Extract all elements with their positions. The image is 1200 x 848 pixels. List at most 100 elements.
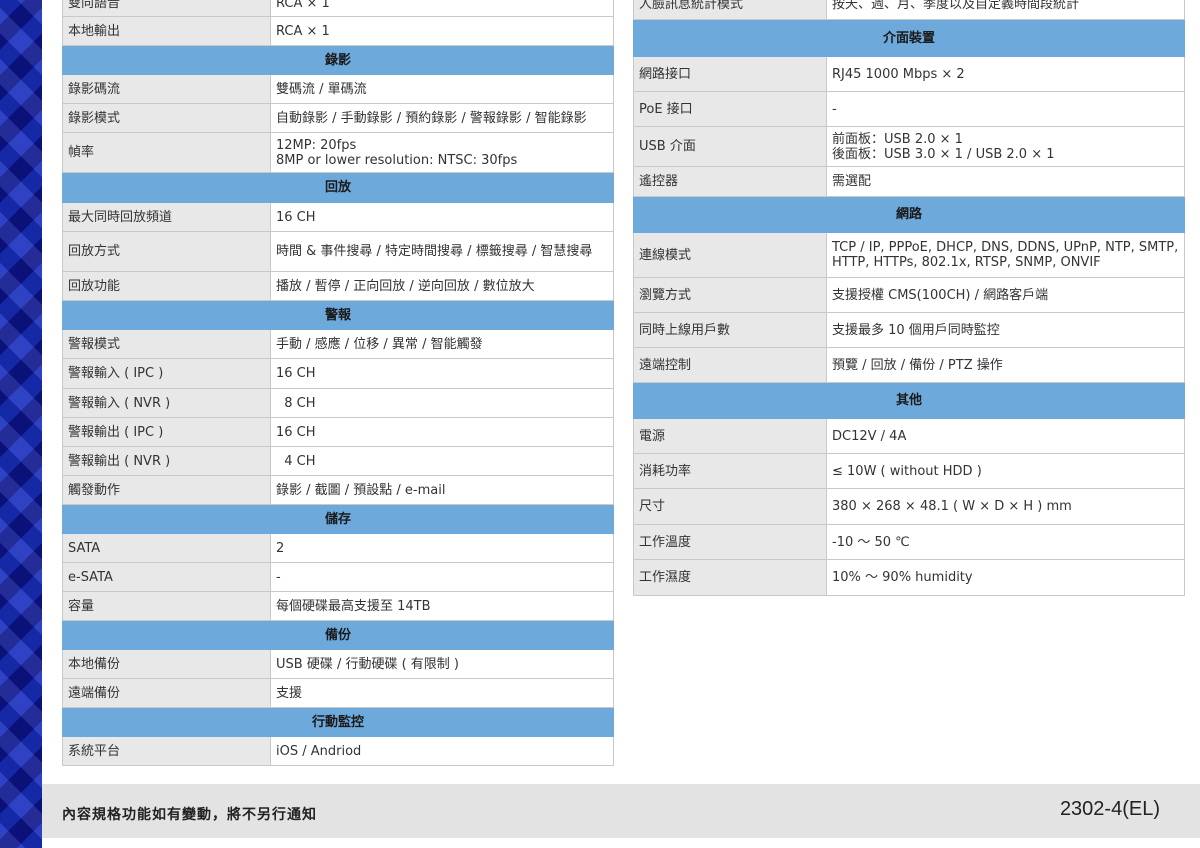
section-header: 其他 — [633, 382, 1185, 419]
spec-label: 警報輸入 ( NVR ) — [62, 388, 271, 418]
spec-row: 同時上線用戶數 支援最多 10 個用戶同時監控 — [633, 312, 1185, 348]
spec-table-left: 雙向語音 RCA × 1 本地輸出 RCA × 1 錄影 錄影碼流 雙碼流 / 單碼流 錄影模… — [62, 0, 614, 766]
spec-value: - — [826, 91, 1185, 127]
spec-value: 雙碼流 / 單碼流 — [270, 74, 614, 104]
spec-label: 觸發動作 — [62, 475, 271, 505]
spec-row: 遠端控制 預覽 / 回放 / 備份 / PTZ 操作 — [633, 347, 1185, 383]
footer-bar: 內容規格功能如有變動，將不另行通知 2302-4(EL) — [42, 784, 1200, 838]
spec-row: 警報模式 手動 / 感應 / 位移 / 異常 / 智能觸發 — [62, 329, 614, 359]
spec-value: USB 硬碟 / 行動硬碟 ( 有限制 ) — [270, 649, 614, 679]
spec-label: 尺寸 — [633, 488, 827, 525]
spec-value: 按天、週、月、季度以及自定義時間段統計 — [826, 0, 1185, 20]
spec-row: 連線模式 TCP / IP, PPPoE, DHCP, DNS, DDNS, UP… — [633, 232, 1185, 278]
spec-value: 前面板：USB 2.0 × 1 後面板：USB 3.0 × 1 / USB 2.… — [826, 126, 1185, 167]
spec-value: 支援授權 CMS(100CH) / 網路客戶端 — [826, 277, 1185, 313]
spec-value: iOS / Andriod — [270, 736, 614, 766]
spec-label: 瀏覽方式 — [633, 277, 827, 313]
spec-value: TCP / IP, PPPoE, DHCP, DNS, DDNS, UPnP, … — [826, 232, 1185, 278]
spec-label: PoE 接口 — [633, 91, 827, 127]
spec-row: 電源 DC12V / 4A — [633, 418, 1185, 454]
section-title: 錄影 — [62, 45, 614, 75]
document-code: 2302-4(EL) — [1059, 798, 1160, 820]
spec-label: 工作濕度 — [633, 559, 827, 596]
spec-row: 回放功能 播放 / 暫停 / 正向回放 / 逆向回放 / 數位放大 — [62, 271, 614, 301]
footer-notice: 內容規格功能如有變動，將不另行通知 — [62, 807, 317, 823]
section-title: 回放 — [62, 172, 614, 203]
spec-value: 預覽 / 回放 / 備份 / PTZ 操作 — [826, 347, 1185, 383]
spec-label: 容量 — [62, 591, 271, 621]
spec-label: 警報輸出 ( NVR ) — [62, 446, 271, 476]
section-header: 備份 — [62, 620, 614, 650]
spec-value: DC12V / 4A — [826, 418, 1185, 454]
spec-row: 回放方式 時間 & 事件搜尋 / 特定時間搜尋 / 標籤搜尋 / 智慧搜尋 — [62, 231, 614, 272]
spec-label: 遠端備份 — [62, 678, 271, 708]
spec-label: USB 介面 — [633, 126, 827, 167]
spec-value: 12MP: 20fps 8MP or lower resolution: NTS… — [270, 132, 614, 173]
spec-row: 最大同時回放頻道 16 CH — [62, 202, 614, 232]
spec-row: 本地備份 USB 硬碟 / 行動硬碟 ( 有限制 ) — [62, 649, 614, 679]
spec-value: 16 CH — [270, 358, 614, 389]
spec-label: 同時上線用戶數 — [633, 312, 827, 348]
spec-label: 網路接口 — [633, 56, 827, 92]
section-title: 警報 — [62, 300, 614, 330]
section-header: 錄影 — [62, 45, 614, 75]
spec-label: 遠端控制 — [633, 347, 827, 383]
spec-label: 幀率 — [62, 132, 271, 173]
spec-row: PoE 接口 - — [633, 91, 1185, 127]
section-title: 行動監控 — [62, 707, 614, 737]
section-title: 其他 — [633, 382, 1185, 419]
spec-value: 8 CH — [270, 388, 614, 418]
spec-row: 警報輸出 ( IPC ) 16 CH — [62, 417, 614, 447]
spec-label: 本地輸出 — [62, 16, 271, 46]
spec-value: -10 ～ 50 ℃ — [826, 524, 1185, 560]
spec-label: SATA — [62, 533, 271, 563]
spec-label: 連線模式 — [633, 232, 827, 278]
spec-value: 手動 / 感應 / 位移 / 異常 / 智能觸發 — [270, 329, 614, 359]
spec-row: e-SATA - — [62, 562, 614, 592]
spec-value: 時間 & 事件搜尋 / 特定時間搜尋 / 標籤搜尋 / 智慧搜尋 — [270, 231, 614, 272]
section-title: 備份 — [62, 620, 614, 650]
spec-value: 支援 — [270, 678, 614, 708]
spec-value: ≤ 10W ( without HDD ) — [826, 453, 1185, 489]
spec-value: 需選配 — [826, 166, 1185, 197]
spec-value: 播放 / 暫停 / 正向回放 / 逆向回放 / 數位放大 — [270, 271, 614, 301]
spec-label: e-SATA — [62, 562, 271, 592]
spec-row: 警報輸入 ( IPC ) 16 CH — [62, 358, 614, 389]
spec-value: 10% ～ 90% humidity — [826, 559, 1185, 596]
spec-label: 回放方式 — [62, 231, 271, 272]
spec-row: 警報輸出 ( NVR ) 4 CH — [62, 446, 614, 476]
spec-value: 自動錄影 / 手動錄影 / 預約錄影 / 警報錄影 / 智能錄影 — [270, 103, 614, 133]
spec-value: 支援最多 10 個用戶同時監控 — [826, 312, 1185, 348]
spec-value: 16 CH — [270, 202, 614, 232]
spec-row: 遠端備份 支援 — [62, 678, 614, 708]
spec-label: 錄影模式 — [62, 103, 271, 133]
section-title: 網路 — [633, 196, 1185, 233]
section-title: 儲存 — [62, 504, 614, 534]
spec-label: 工作溫度 — [633, 524, 827, 560]
section-header: 儲存 — [62, 504, 614, 534]
spec-value: 4 CH — [270, 446, 614, 476]
section-header: 警報 — [62, 300, 614, 330]
decorative-side-stripe — [0, 0, 42, 848]
spec-row: 警報輸入 ( NVR ) 8 CH — [62, 388, 614, 418]
spec-row: 本地輸出 RCA × 1 — [62, 16, 614, 46]
spec-row: 瀏覽方式 支援授權 CMS(100CH) / 網路客戶端 — [633, 277, 1185, 313]
spec-row: 錄影碼流 雙碼流 / 單碼流 — [62, 74, 614, 104]
spec-label: 警報模式 — [62, 329, 271, 359]
section-header: 回放 — [62, 172, 614, 203]
spec-label: 人臉訊息統計模式 — [633, 0, 827, 20]
spec-label: 警報輸入 ( IPC ) — [62, 358, 271, 389]
spec-row: 容量 每個硬碟最高支援至 14TB — [62, 591, 614, 621]
spec-value: RCA × 1 — [270, 16, 614, 46]
spec-row: 觸發動作 錄影 / 截圖 / 預設點 / e-mail — [62, 475, 614, 505]
spec-row: USB 介面 前面板：USB 2.0 × 1 後面板：USB 3.0 × 1 / … — [633, 126, 1185, 167]
section-header: 行動監控 — [62, 707, 614, 737]
spec-value: 每個硬碟最高支援至 14TB — [270, 591, 614, 621]
spec-row: 雙向語音 RCA × 1 — [62, 0, 614, 17]
spec-row: 遙控器 需選配 — [633, 166, 1185, 197]
spec-table-right: 人臉訊息統計模式 按天、週、月、季度以及自定義時間段統計 介面裝置 網路接口 RJ45 … — [633, 0, 1185, 596]
spec-label: 本地備份 — [62, 649, 271, 679]
spec-value: 錄影 / 截圖 / 預設點 / e-mail — [270, 475, 614, 505]
spec-value: RJ45 1000 Mbps × 2 — [826, 56, 1185, 92]
spec-row: 錄影模式 自動錄影 / 手動錄影 / 預約錄影 / 警報錄影 / 智能錄影 — [62, 103, 614, 133]
